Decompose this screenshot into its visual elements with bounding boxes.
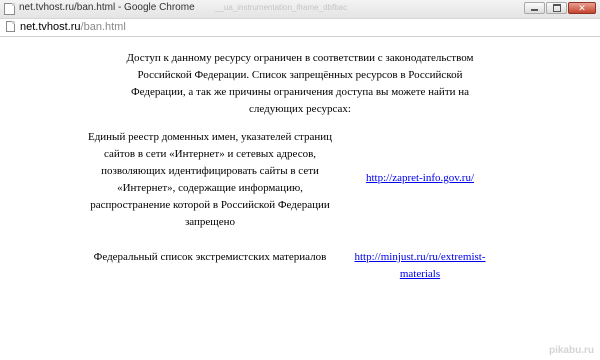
minimize-icon [531,9,538,11]
maximize-icon [552,4,561,12]
url-field[interactable]: net.tvhost.ru/ban.html [20,21,126,33]
address-bar[interactable]: net.tvhost.ru/ban.html [0,19,600,37]
page-icon [4,3,15,15]
block-notice: Доступ к данному ресурсу ограничен в соо… [126,52,474,115]
resource-link[interactable]: http://minjust.ru/ru/extremist-materials [345,249,495,283]
minimize-button[interactable] [524,2,545,14]
resource-description: Единый реестр доменных имен, указателей … [87,131,333,228]
window-titlebar[interactable]: net.tvhost.ru/ban.html - Google Chrome _… [0,0,600,19]
resource-description: Федеральный список экстремистских матери… [93,251,327,263]
window-title: net.tvhost.ru/ban.html - Google Chrome [19,2,195,13]
resource-link[interactable]: http://zapret-info.gov.ru/ [345,170,495,187]
watermark: pikabu.ru [548,345,594,356]
title-overlay-text: __ua_instrumentation_iframe_dbfbac [215,3,348,12]
page-content: Доступ к данному ресурсу ограничен в соо… [0,37,600,360]
url-path: /ban.html [80,21,126,33]
maximize-button[interactable] [546,2,567,14]
close-button[interactable]: ✕ [568,2,596,14]
close-icon: ✕ [578,3,586,13]
url-host: net.tvhost.ru [20,21,81,33]
page-icon [6,21,15,32]
